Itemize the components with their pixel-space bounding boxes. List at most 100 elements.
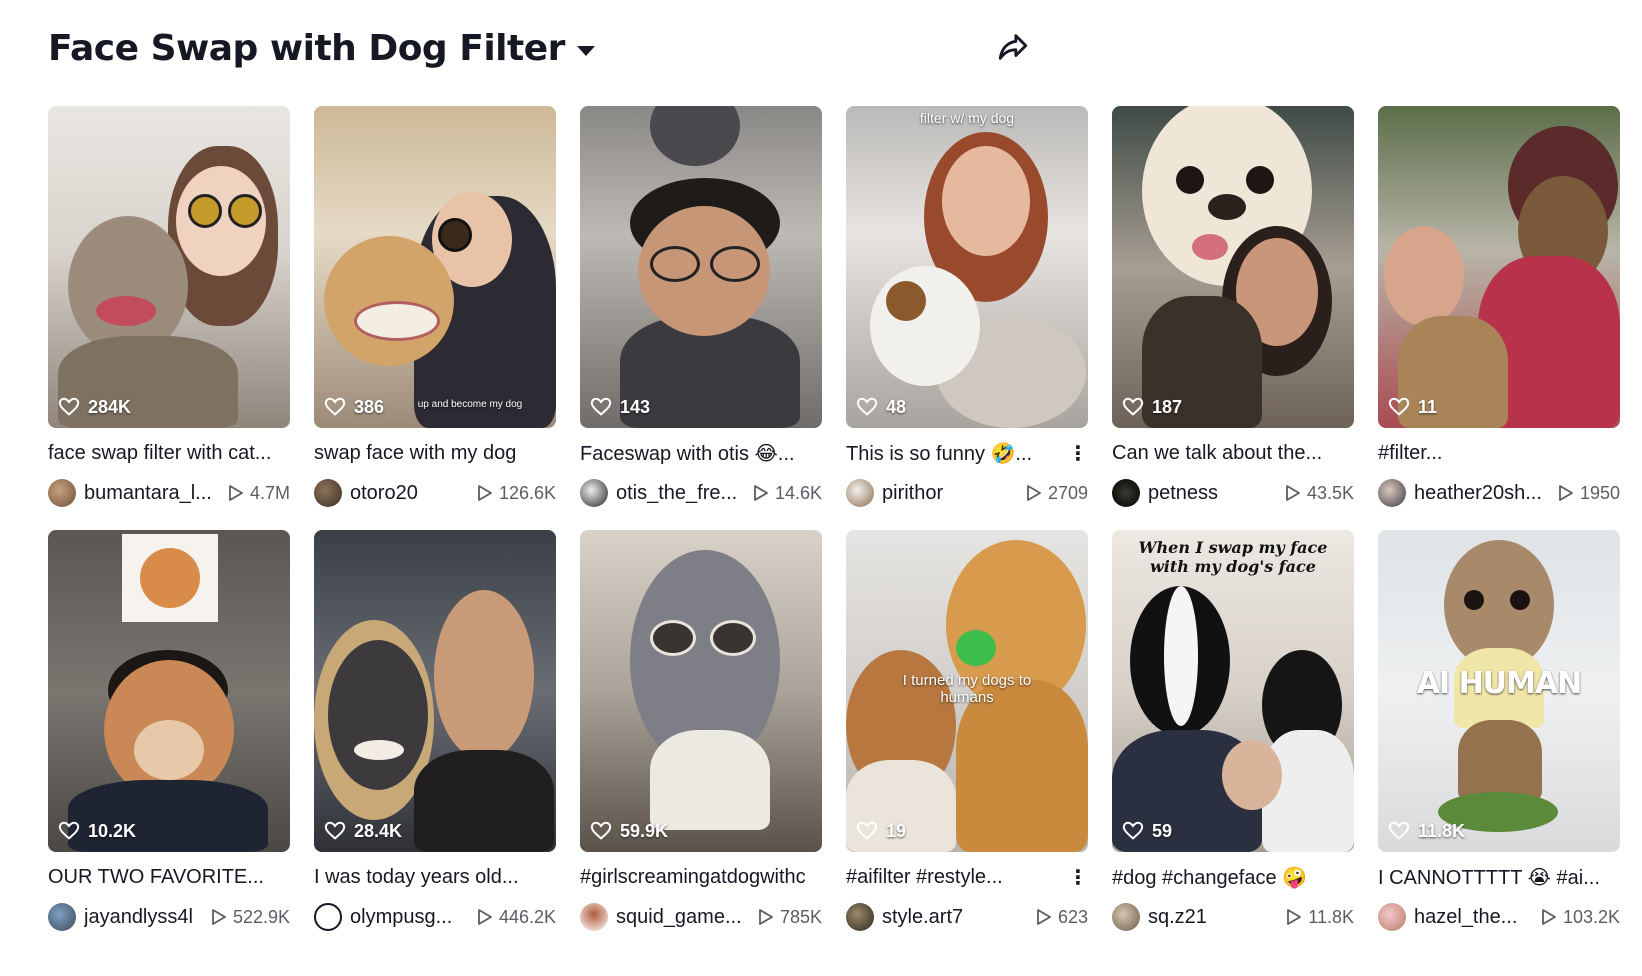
avatar[interactable] [1378,903,1406,931]
video-thumbnail[interactable]: 11 [1378,106,1620,428]
author-link[interactable]: jayandlyss4l [48,903,193,931]
video-thumbnail[interactable]: 187 [1112,106,1354,428]
video-caption[interactable]: Can we talk about the... [1112,440,1354,466]
video-thumbnail[interactable]: When I swap my face with my dog's face 5… [1112,530,1354,852]
video-thumbnail[interactable]: 28.4K [314,530,556,852]
video-caption[interactable]: #dog #changeface 🤪 [1112,864,1354,890]
author-name[interactable]: sq.z21 [1148,906,1207,929]
video-thumbnail[interactable]: 10.2K [48,530,290,852]
author-name[interactable]: olympusg... [350,906,452,929]
author-link[interactable]: hazel_the... [1378,903,1517,931]
more-options-icon[interactable]: ⋮ [1068,441,1088,466]
video-meta: squid_game... 785K [580,902,822,932]
caption-text[interactable]: #aifilter #restyle... [846,866,1003,889]
author-link[interactable]: pirithor [846,479,943,507]
avatar[interactable] [1378,479,1406,507]
author-link[interactable]: bumantara_l... [48,479,212,507]
author-name[interactable]: otoro20 [350,482,418,505]
author-name[interactable]: petness [1148,482,1218,505]
author-name[interactable]: hazel_the... [1414,906,1517,929]
video-caption[interactable]: #aifilter #restyle... ⋮ [846,864,1088,890]
author-name[interactable]: otis_the_fre... [616,482,737,505]
caption-text[interactable]: #girlscreamingatdogwithc [580,866,806,889]
video-card[interactable]: I turned my dogs to humans 19 #aifilter … [846,530,1088,932]
video-thumbnail[interactable]: I turned my dogs to humans 19 [846,530,1088,852]
thumbnail-chest [650,730,770,830]
avatar[interactable] [580,479,608,507]
caption-text[interactable]: I was today years old... [314,866,519,889]
video-thumbnail[interactable]: 143 [580,106,822,428]
caption-text[interactable]: Can we talk about the... [1112,442,1322,465]
avatar[interactable] [846,903,874,931]
thumbnail-eye [1510,590,1530,610]
avatar[interactable] [1112,479,1140,507]
thumbnail-face [942,146,1030,256]
video-card[interactable]: 143 Faceswap with otis 😂... otis_the_fre… [580,106,822,508]
avatar[interactable] [48,903,76,931]
video-card[interactable]: filter w/ my dog 48 This is so funny 🤣..… [846,106,1088,508]
share-arrow-icon[interactable] [996,30,1030,64]
video-card[interactable]: 59.9K #girlscreamingatdogwithc squid_gam… [580,530,822,932]
author-link[interactable]: sq.z21 [1112,903,1207,931]
caption-text[interactable]: #filter... [1378,442,1442,465]
play-outline-icon [1559,485,1573,501]
video-caption[interactable]: OUR TWO FAVORITE... [48,864,290,890]
caption-text[interactable]: #dog #changeface 🤪 [1112,865,1307,890]
video-caption[interactable]: face swap filter with cat... [48,440,290,466]
author-name[interactable]: bumantara_l... [84,482,212,505]
video-card[interactable]: 11 #filter... heather20sh... 1950 [1378,106,1620,508]
caption-text[interactable]: Faceswap with otis 😂... [580,441,795,466]
video-caption[interactable]: I was today years old... [314,864,556,890]
video-thumbnail[interactable]: AI HUMAN 11.8K [1378,530,1620,852]
more-options-icon[interactable]: ⋮ [1068,865,1088,890]
video-meta: heather20sh... 1950 [1378,478,1620,508]
avatar[interactable] [314,903,342,931]
author-link[interactable]: otoro20 [314,479,418,507]
video-thumbnail[interactable]: 59.9K [580,530,822,852]
video-caption[interactable]: This is so funny 🤣... ⋮ [846,440,1088,466]
caption-text[interactable]: OUR TWO FAVORITE... [48,866,264,889]
video-caption[interactable]: I CANNOTTTTT 😭 #ai... [1378,864,1620,890]
thumbnail-dog [650,106,740,166]
video-card[interactable]: 187 Can we talk about the... petness 43.… [1112,106,1354,508]
caption-text[interactable]: swap face with my dog [314,442,516,465]
video-caption[interactable]: Faceswap with otis 😂... [580,440,822,466]
chevron-down-icon[interactable] [576,46,595,56]
video-thumbnail[interactable]: filter w/ my dog 48 [846,106,1088,428]
author-link[interactable]: otis_the_fre... [580,479,737,507]
play-outline-icon [759,909,773,925]
video-card[interactable]: 28.4K I was today years old... olympusg.… [314,530,556,932]
video-caption[interactable]: #filter... [1378,440,1620,466]
thumbnail-eye [710,620,756,656]
caption-text[interactable]: This is so funny 🤣... [846,441,1032,466]
video-card[interactable]: 284K face swap filter with cat... bumant… [48,106,290,508]
avatar[interactable] [48,479,76,507]
author-name[interactable]: jayandlyss4l [84,906,193,929]
video-grid: 284K face swap filter with cat... bumant… [48,106,1620,932]
play-count: 11.8K [1286,907,1354,928]
video-card[interactable]: 10.2K OUR TWO FAVORITE... jayandlyss4l 5… [48,530,290,932]
video-card[interactable]: AI HUMAN 11.8K I CANNOTTTTT 😭 #ai... haz… [1378,530,1620,932]
avatar[interactable] [1112,903,1140,931]
author-link[interactable]: style.art7 [846,903,963,931]
author-link[interactable]: olympusg... [314,903,452,931]
video-card[interactable]: When I swap my face with my dog's face 5… [1112,530,1354,932]
video-thumbnail[interactable]: 284K [48,106,290,428]
video-caption[interactable]: swap face with my dog [314,440,556,466]
play-count: 103.2K [1541,907,1620,928]
avatar[interactable] [846,479,874,507]
author-name[interactable]: style.art7 [882,906,963,929]
video-thumbnail[interactable]: up and become my dog 386 [314,106,556,428]
video-caption[interactable]: #girlscreamingatdogwithc [580,864,822,890]
author-name[interactable]: heather20sh... [1414,482,1542,505]
author-name[interactable]: pirithor [882,482,943,505]
caption-text[interactable]: face swap filter with cat... [48,442,271,465]
avatar[interactable] [580,903,608,931]
author-link[interactable]: heather20sh... [1378,479,1542,507]
author-link[interactable]: petness [1112,479,1218,507]
caption-text[interactable]: I CANNOTTTTT 😭 #ai... [1378,865,1600,890]
author-name[interactable]: squid_game... [616,906,742,929]
avatar[interactable] [314,479,342,507]
video-card[interactable]: up and become my dog 386 swap face with … [314,106,556,508]
author-link[interactable]: squid_game... [580,903,742,931]
